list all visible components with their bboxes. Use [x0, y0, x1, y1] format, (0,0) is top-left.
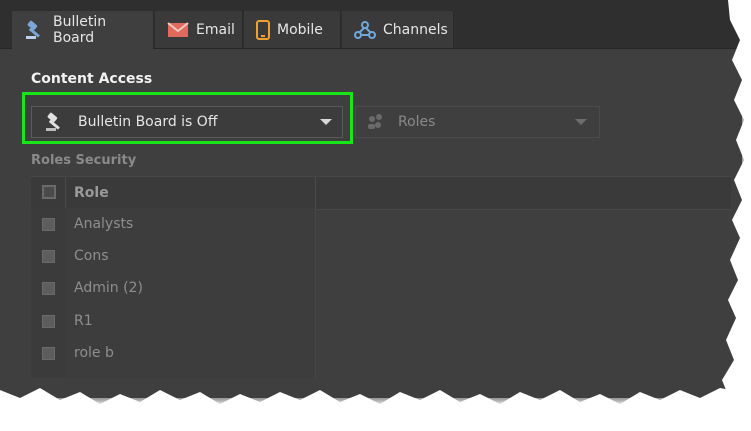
tab-label: Email — [196, 21, 235, 38]
role-name: R1 — [74, 313, 93, 329]
chevron-down-icon — [320, 119, 332, 125]
content-access-title: Content Access — [31, 71, 153, 87]
table-row[interactable]: R1 — [31, 306, 731, 338]
table-row[interactable]: Admin (2) — [31, 273, 731, 305]
tab-email[interactable]: Email — [155, 11, 243, 48]
column-divider — [315, 177, 316, 209]
gavel-icon — [44, 112, 70, 132]
role-name: role b — [74, 345, 114, 361]
torn-edge-right — [722, 0, 751, 431]
column-divider — [65, 177, 66, 209]
table-row[interactable]: Analysts — [31, 209, 731, 241]
webhook-icon — [354, 20, 376, 40]
envelope-icon — [167, 21, 189, 38]
tab-label: Channels — [383, 21, 448, 38]
dropdown-selected-value: Bulletin Board is Off — [78, 114, 218, 130]
role-name: Cons — [74, 248, 109, 264]
mobile-icon — [256, 19, 270, 40]
gavel-icon — [24, 20, 46, 40]
role-name: Admin (2) — [74, 280, 143, 296]
grid-header: Role — [31, 176, 731, 210]
bulletin-board-settings-panel: Bulletin Board Email Mobile Channels Con… — [0, 0, 742, 398]
tab-mobile[interactable]: Mobile — [244, 11, 341, 48]
role-name: Analysts — [74, 216, 134, 232]
tab-label: Bulletin Board — [53, 14, 107, 46]
role-column-header: Role — [74, 185, 109, 201]
users-icon — [366, 113, 386, 131]
tab-bar: Bulletin Board Email Mobile Channels — [0, 0, 742, 49]
chevron-down-icon — [575, 119, 587, 125]
tab-bulletin-board[interactable]: Bulletin Board — [12, 11, 154, 49]
tab-channels[interactable]: Channels — [342, 11, 454, 48]
select-all-checkbox[interactable] — [42, 185, 56, 199]
roles-placeholder: Roles — [398, 114, 436, 130]
row-checkbox[interactable] — [42, 347, 55, 360]
roles-security-title: Roles Security — [31, 153, 137, 168]
table-row[interactable]: role b — [31, 338, 731, 370]
row-checkbox[interactable] — [42, 315, 55, 328]
table-row[interactable]: Cons — [31, 241, 731, 273]
torn-edge-bottom — [0, 388, 751, 431]
bulletin-board-access-dropdown[interactable]: Bulletin Board is Off — [31, 106, 343, 138]
row-checkbox[interactable] — [42, 282, 55, 295]
row-checkbox[interactable] — [42, 250, 55, 263]
tab-label: Mobile — [277, 21, 323, 38]
roles-dropdown[interactable]: Roles — [355, 106, 600, 138]
row-checkbox[interactable] — [42, 218, 55, 231]
roles-grid: Role Analysts Cons Admin (2) R1 role b — [31, 176, 731, 378]
